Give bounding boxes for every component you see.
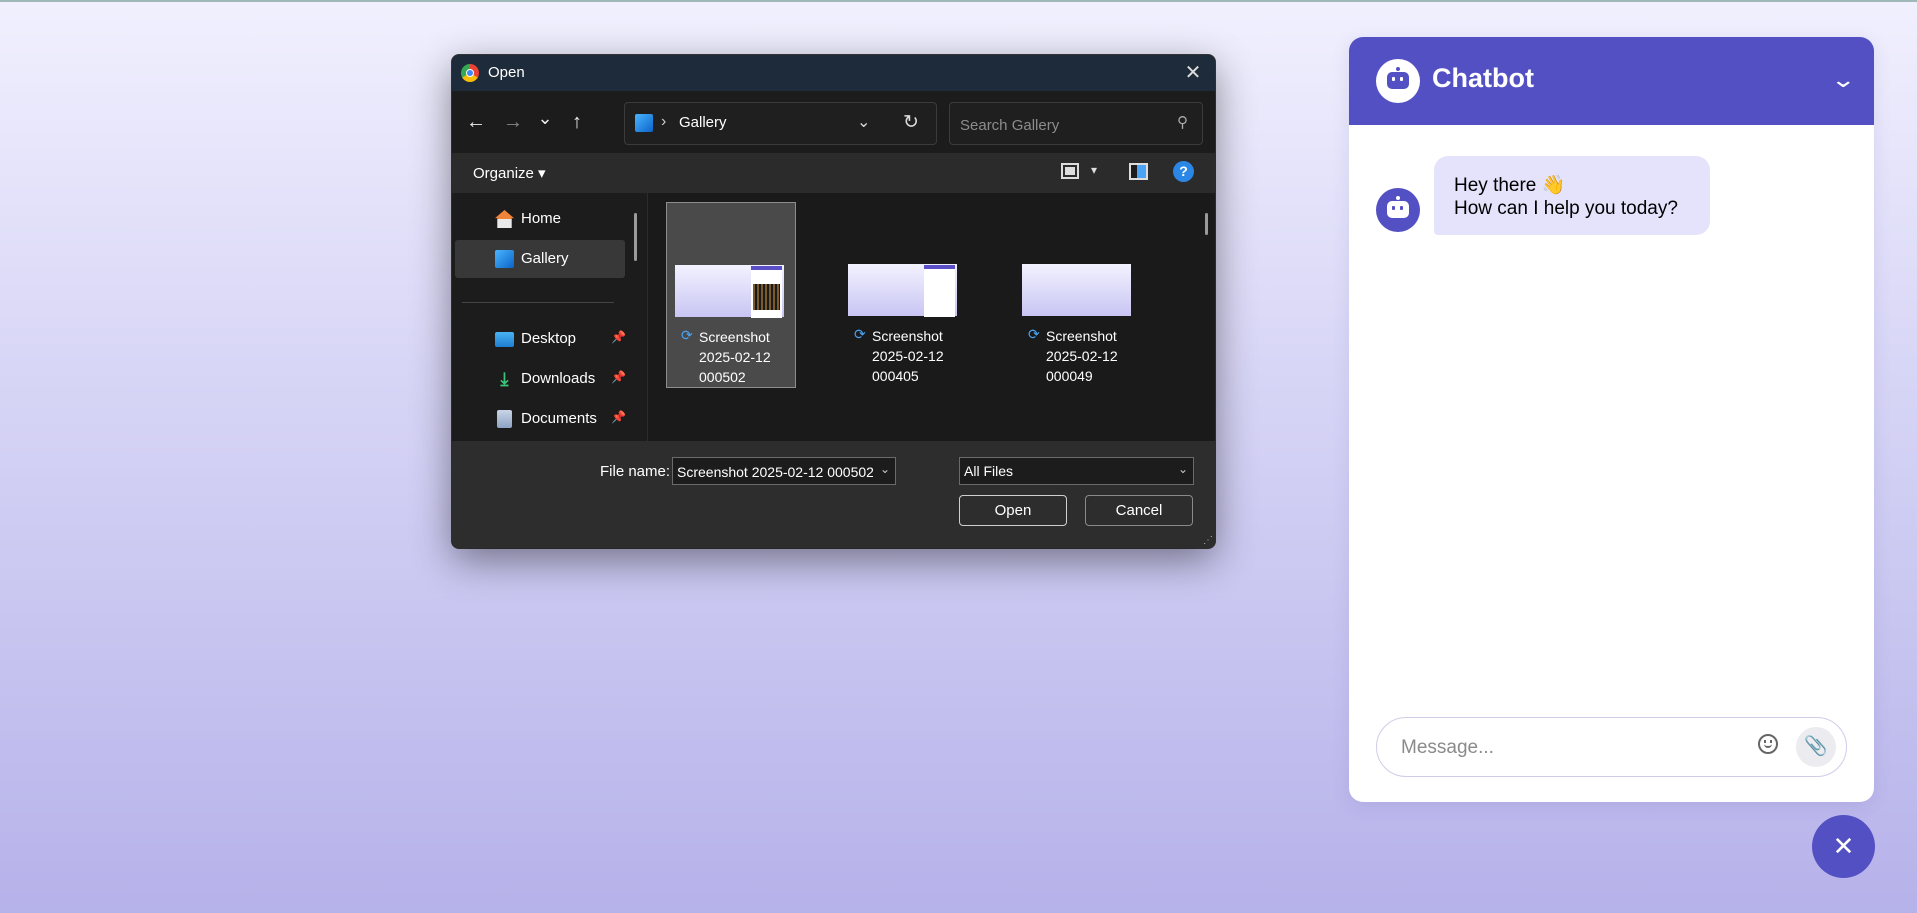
chatbot-header: Chatbot ⌄ [1349, 37, 1874, 125]
breadcrumb-gallery[interactable]: Gallery [679, 114, 727, 131]
file-name-line: 000049 [1046, 368, 1093, 384]
robot-icon [1387, 196, 1409, 218]
view-mode-icon[interactable] [1061, 163, 1079, 179]
desktop-icon [495, 332, 514, 347]
file-name-label: File name: [600, 463, 671, 480]
open-file-dialog: Open ✕ ← → ⌄ ↑ › Gallery ⌄ ↻ ⚲ Organize … [452, 55, 1215, 548]
sidebar-item-documents[interactable]: Documents 📌 [455, 400, 626, 438]
sidebar-item-label: Downloads [521, 370, 596, 387]
emoji-icon[interactable] [1758, 734, 1778, 754]
thumbnail-preview [753, 284, 780, 310]
view-options-caret-icon[interactable]: ▾ [1091, 163, 1097, 177]
sidebar-item-downloads[interactable]: ⤓ Downloads 📌 [455, 360, 626, 398]
search-box[interactable]: ⚲ [949, 102, 1203, 145]
open-button[interactable]: Open [959, 495, 1067, 526]
file-list: ⟳ Screenshot 2025-02-12 000502 ⟳ Screens… [647, 193, 1215, 441]
chrome-icon [461, 64, 479, 82]
address-bar[interactable]: › Gallery ⌄ ↻ [624, 102, 937, 145]
sync-status-icon: ⟳ [854, 326, 866, 342]
sidebar-divider [462, 302, 614, 303]
file-type-value: All Files [964, 463, 1014, 479]
preview-pane-icon[interactable] [1129, 163, 1148, 180]
home-icon [495, 210, 514, 228]
dialog-title: Open [488, 64, 525, 81]
close-icon[interactable]: ✕ [1171, 55, 1215, 91]
file-name-combobox[interactable]: ⌄ [672, 457, 896, 485]
back-arrow-icon[interactable]: ← [463, 109, 489, 135]
file-thumbnail [848, 264, 957, 317]
sidebar-scrollbar[interactable] [634, 213, 637, 261]
message-input[interactable] [1399, 734, 1743, 762]
recent-locations-chevron-icon[interactable]: ⌄ [532, 105, 558, 131]
sync-status-icon: ⟳ [1028, 326, 1040, 342]
file-name: Screenshot 2025-02-12 000502 [699, 327, 789, 387]
file-name-line: 2025-02-12 [699, 349, 771, 365]
chatbot-logo [1376, 59, 1420, 103]
dialog-footer: File name: ⌄ All Files ⌄ Open Cancel ⋰ [452, 441, 1215, 548]
chevron-down-icon[interactable]: ⌄ [1830, 67, 1856, 93]
message-line: How can I help you today? [1454, 198, 1678, 219]
top-border-line [0, 0, 1917, 2]
forward-arrow-icon[interactable]: → [500, 109, 526, 135]
resize-grip-icon[interactable]: ⋰ [1203, 535, 1213, 546]
thumbnail-preview [924, 265, 955, 317]
gallery-icon [635, 114, 653, 132]
gallery-icon [495, 250, 514, 268]
sidebar-item-desktop[interactable]: Desktop 📌 [455, 320, 626, 358]
search-icon: ⚲ [1177, 114, 1188, 131]
chevron-down-icon: ⌄ [1177, 462, 1188, 476]
sidebar-item-gallery[interactable]: Gallery [455, 240, 625, 278]
chatbot-window: Chatbot ⌄ Hey there 👋 How can I help you… [1349, 37, 1874, 802]
sidebar-item-label: Gallery [521, 250, 569, 267]
downloads-icon: ⤓ [500, 369, 509, 389]
file-name-line: 2025-02-12 [872, 348, 944, 364]
bot-avatar [1376, 188, 1420, 232]
chevron-down-icon[interactable]: ⌄ [880, 462, 890, 476]
robot-icon [1387, 67, 1409, 89]
address-dropdown-icon[interactable]: ⌄ [857, 112, 870, 132]
file-thumbnail [675, 265, 784, 318]
navigation-bar: ← → ⌄ ↑ › Gallery ⌄ ↻ ⚲ [452, 91, 1215, 153]
file-tile[interactable]: ⟳ Screenshot 2025-02-12 000405 [840, 202, 970, 388]
breadcrumb-separator-icon: › [661, 113, 667, 130]
file-list-scrollbar[interactable] [1205, 213, 1208, 235]
sidebar-item-label: Desktop [521, 330, 577, 347]
file-tile[interactable]: ⟳ Screenshot 2025-02-12 000049 [1014, 202, 1144, 388]
close-chat-button[interactable]: ✕ [1812, 815, 1875, 878]
navigation-pane: Home Gallery Desktop 📌 ⤓ Downloads 📌 Doc… [452, 193, 647, 441]
attach-file-icon[interactable]: 📎 [1796, 727, 1836, 767]
file-name-line: 000502 [699, 369, 746, 385]
cancel-button[interactable]: Cancel [1085, 495, 1193, 526]
file-thumbnail [1022, 264, 1131, 316]
refresh-icon[interactable]: ↻ [903, 111, 919, 134]
file-name-line: Screenshot [699, 329, 770, 345]
help-icon[interactable]: ? [1173, 161, 1194, 182]
search-input[interactable] [958, 113, 1162, 137]
file-name-input[interactable] [675, 461, 875, 483]
dialog-titlebar: Open ✕ [452, 55, 1215, 91]
file-tile[interactable]: ⟳ Screenshot 2025-02-12 000502 [666, 202, 796, 388]
pin-icon: 📌 [611, 410, 626, 424]
file-name: Screenshot 2025-02-12 000405 [872, 326, 962, 386]
file-type-select[interactable]: All Files ⌄ [959, 457, 1194, 485]
file-name-line: Screenshot [1046, 328, 1117, 344]
dialog-toolbar: Organize ▾ ▾ ? [452, 153, 1215, 193]
file-name-line: 000405 [872, 368, 919, 384]
organize-menu-button[interactable]: Organize ▾ [473, 164, 546, 182]
sidebar-item-label: Home [521, 210, 562, 227]
chatbot-title: Chatbot [1432, 63, 1534, 93]
up-arrow-icon[interactable]: ↑ [564, 109, 590, 135]
file-name: Screenshot 2025-02-12 000049 [1046, 326, 1136, 386]
sync-status-icon: ⟳ [681, 327, 693, 343]
pin-icon: 📌 [611, 370, 626, 384]
sidebar-item-label: Documents [521, 410, 597, 427]
documents-icon [497, 410, 512, 428]
sidebar-item-home[interactable]: Home [455, 200, 625, 238]
file-name-line: 2025-02-12 [1046, 348, 1118, 364]
bot-message-bubble: Hey there 👋 How can I help you today? [1434, 156, 1710, 235]
message-line: Hey there 👋 [1454, 175, 1566, 196]
pin-icon: 📌 [611, 330, 626, 344]
file-name-line: Screenshot [872, 328, 943, 344]
message-composer: 📎 [1376, 717, 1847, 777]
